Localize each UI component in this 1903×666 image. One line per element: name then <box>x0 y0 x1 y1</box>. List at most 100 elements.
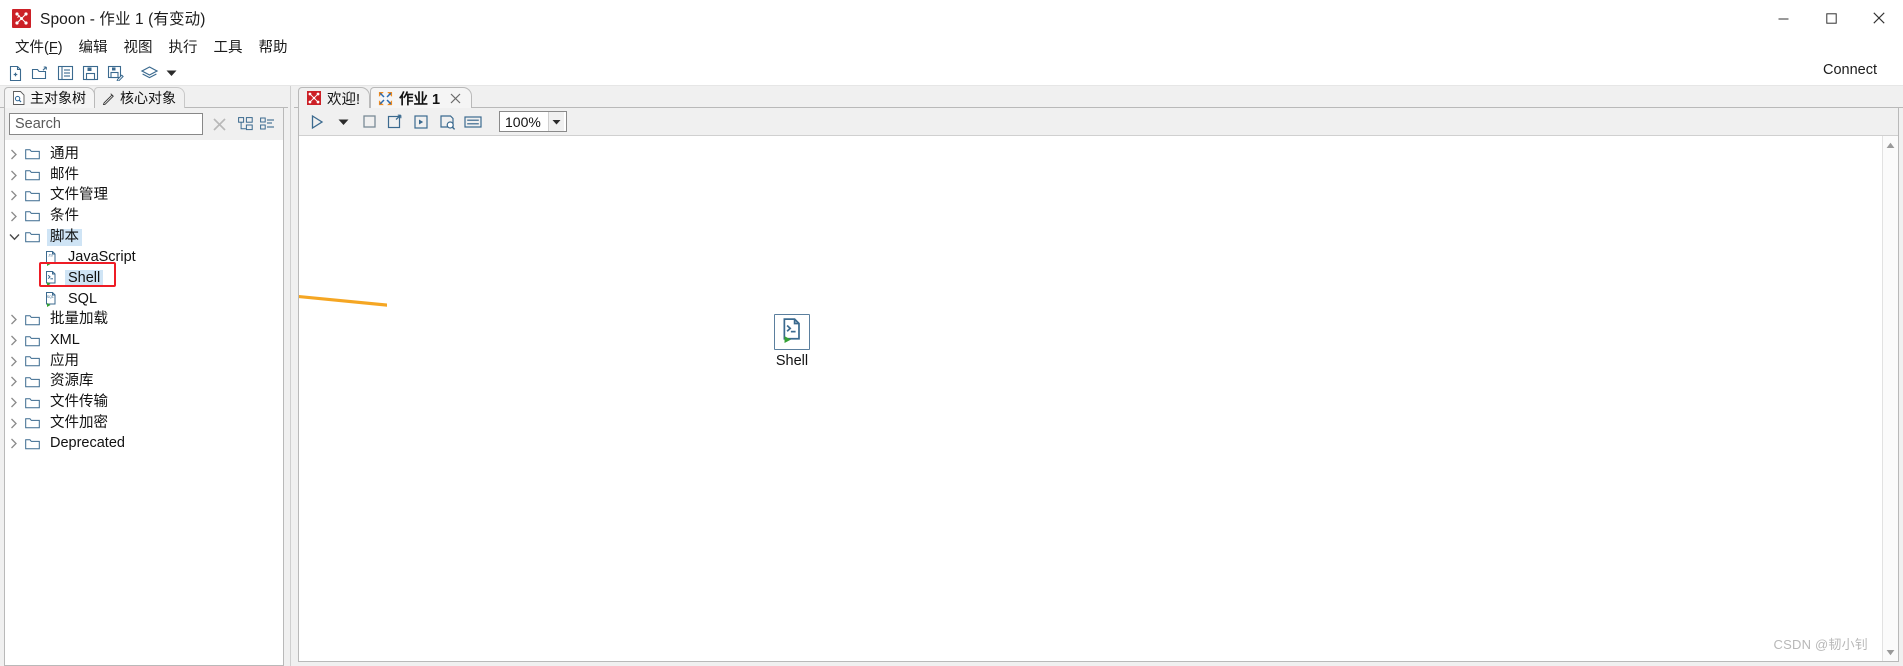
folder-icon <box>23 376 42 388</box>
menu-item-file[interactable]: 文件(F) <box>7 37 71 59</box>
tree-item-label: 邮件 <box>50 166 79 183</box>
chevron-right-icon[interactable] <box>5 190 23 201</box>
tree-item-sql[interactable]: SQL SQL <box>5 289 283 310</box>
chevron-down-icon[interactable] <box>5 233 23 241</box>
menu-label-run: 执行 <box>168 40 198 56</box>
zoom-select[interactable]: 100% <box>499 111 567 132</box>
search-clear-close-icon[interactable] <box>209 113 229 135</box>
chevron-right-icon[interactable] <box>5 418 23 429</box>
chevron-right-icon[interactable] <box>5 314 23 325</box>
tree-item-label: 通用 <box>50 145 79 162</box>
tree-item-mail[interactable]: 邮件 <box>5 165 283 186</box>
search-box[interactable] <box>9 113 203 135</box>
menu-accel-file: F <box>48 40 58 56</box>
zoom-caret-down-icon[interactable] <box>548 112 564 131</box>
grid-button[interactable] <box>461 110 485 134</box>
folder-icon <box>23 169 42 181</box>
spoon-icon <box>306 91 321 106</box>
tree-item-general[interactable]: 通用 <box>5 144 283 165</box>
save-as-button[interactable] <box>104 62 126 84</box>
tree-item-shell[interactable]: Shell <box>5 268 283 289</box>
tree-item-conditions[interactable]: 条件 <box>5 206 283 227</box>
tree-item-applications[interactable]: 应用 <box>5 351 283 372</box>
chevron-right-icon[interactable] <box>5 211 23 222</box>
tab-main-object-tree[interactable]: 主对象树 <box>4 87 95 108</box>
tree-item-file-encryption[interactable]: 文件加密 <box>5 413 283 434</box>
menu-item-view[interactable]: 视图 <box>116 37 161 59</box>
window-title: Spoon - 作业 1 (有变动) <box>40 11 206 28</box>
script-js-icon: JS <box>41 250 60 266</box>
menu-item-edit[interactable]: 编辑 <box>71 37 116 59</box>
job-icon <box>378 91 393 106</box>
tab-close-icon[interactable] <box>449 92 462 105</box>
preview-button[interactable] <box>409 110 433 134</box>
menu-item-help[interactable]: 帮助 <box>251 37 296 59</box>
canvas-node-shell[interactable]: Shell <box>774 314 810 369</box>
menu-item-tools[interactable]: 工具 <box>206 37 251 59</box>
menu-label-file-post: ) <box>57 40 63 56</box>
step-button[interactable] <box>383 110 407 134</box>
tree-item-label: 资源库 <box>50 373 94 390</box>
tab-core-objects[interactable]: 核心对象 <box>94 87 185 108</box>
sidebar-content: 通用 邮件 文件管理 <box>4 108 284 666</box>
new-file-button[interactable] <box>4 62 26 84</box>
list-button[interactable] <box>54 62 76 84</box>
spoon-application-window: Spoon - 作业 1 (有变动) 文件(F) 编辑 视图 执行 工具 帮助 <box>0 0 1903 666</box>
canvas-node-shell-label: Shell <box>775 353 809 369</box>
chevron-right-icon[interactable] <box>5 438 23 449</box>
tab-core-objects-label: 核心对象 <box>120 90 176 106</box>
menu-bar: 文件(F) 编辑 视图 执行 工具 帮助 <box>0 36 1903 60</box>
scroll-down-caret-icon[interactable] <box>1884 645 1898 659</box>
annotation-arrow-icon <box>299 294 387 307</box>
maximize-button[interactable] <box>1807 0 1855 36</box>
expand-all-button[interactable] <box>235 113 255 135</box>
tab-job-1[interactable]: 作业 1 <box>370 87 473 108</box>
chevron-right-icon[interactable] <box>5 397 23 408</box>
folder-icon <box>23 335 42 347</box>
chevron-right-icon[interactable] <box>5 356 23 367</box>
minimize-button[interactable] <box>1759 0 1807 36</box>
tree-item-xml[interactable]: XML <box>5 330 283 351</box>
tree-item-file-transfer[interactable]: 文件传输 <box>5 392 283 413</box>
tab-welcome[interactable]: 欢迎! <box>298 87 371 108</box>
object-tree[interactable]: 通用 邮件 文件管理 条件 脚本 JS JavaScript Shell SQL… <box>5 140 283 665</box>
search-input[interactable] <box>15 116 197 132</box>
search-row <box>5 108 283 140</box>
editor-panel: 欢迎! 作业 1 100% Shell CSDN @韧小钊 <box>294 86 1903 666</box>
inspect-button[interactable] <box>435 110 459 134</box>
stop-button[interactable] <box>357 110 381 134</box>
svg-text:JS: JS <box>48 252 53 257</box>
tree-item-deprecated[interactable]: Deprecated <box>5 434 283 455</box>
layers-caret-down-icon[interactable] <box>163 62 179 84</box>
chevron-right-icon[interactable] <box>5 170 23 181</box>
left-panel: 主对象树 核心对象 Search 通用 邮件 文件管理 条件 脚本 JS Jav… <box>0 86 288 666</box>
tree-item-label: JavaScript <box>68 249 136 266</box>
panel-splitter[interactable] <box>288 86 294 666</box>
menu-item-run[interactable]: 执行 <box>161 37 206 59</box>
connect-label[interactable]: Connect <box>1823 62 1877 78</box>
canvas-node-shell-icon-box <box>774 314 810 350</box>
tree-item-file-management[interactable]: 文件管理 <box>5 185 283 206</box>
tree-item-bulk-loading[interactable]: 批量加载 <box>5 310 283 331</box>
collapse-all-button[interactable] <box>257 113 277 135</box>
chevron-right-icon[interactable] <box>5 376 23 387</box>
menu-label-tools: 工具 <box>213 40 243 56</box>
job-canvas[interactable]: Shell CSDN @韧小钊 <box>299 136 1882 661</box>
zoom-value: 100% <box>505 113 541 130</box>
canvas-vscrollbar[interactable] <box>1882 136 1898 661</box>
run-options-caret-down-icon[interactable] <box>331 110 355 134</box>
run-button[interactable] <box>305 110 329 134</box>
chevron-right-icon[interactable] <box>5 149 23 160</box>
tree-item-javascript[interactable]: JS JavaScript <box>5 247 283 268</box>
folder-icon <box>23 397 42 409</box>
open-folder-button[interactable] <box>29 62 51 84</box>
scroll-up-caret-icon[interactable] <box>1884 138 1898 152</box>
tree-item-scripting[interactable]: 脚本 <box>5 227 283 248</box>
close-button[interactable] <box>1855 0 1903 36</box>
tree-item-label: 文件加密 <box>50 414 108 431</box>
chevron-right-icon[interactable] <box>5 335 23 346</box>
layers-button[interactable] <box>138 62 160 84</box>
save-button[interactable] <box>79 62 101 84</box>
tree-item-repository[interactable]: 资源库 <box>5 372 283 393</box>
menu-label-help: 帮助 <box>258 40 288 56</box>
